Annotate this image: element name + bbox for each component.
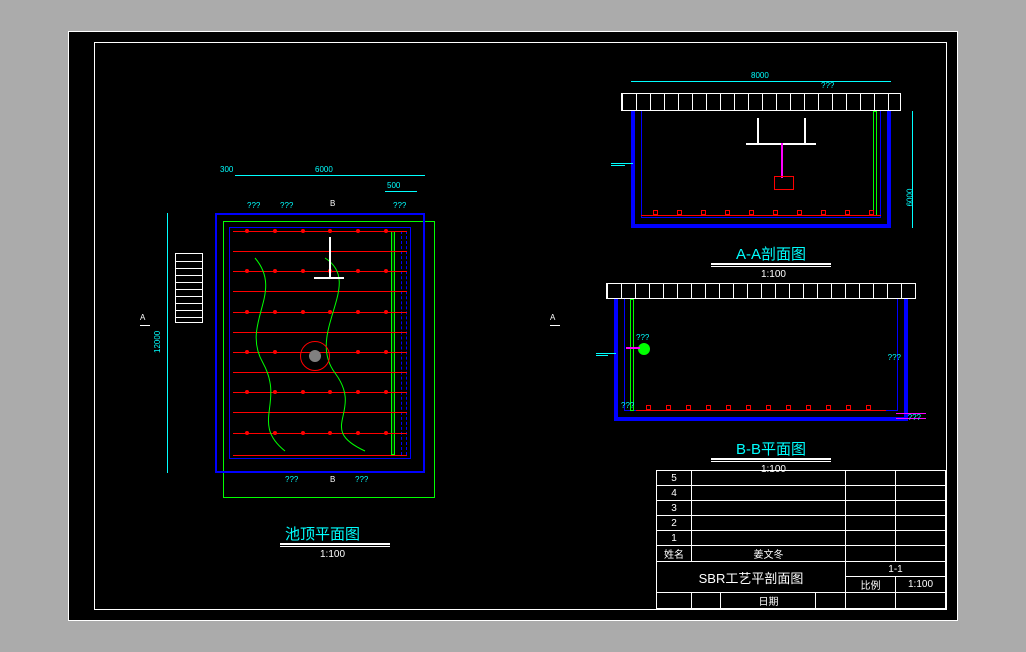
- tank-wall-inner-bb: [624, 299, 898, 411]
- plan-view: 6000 300 500 12000 A A B B ??? ??? ??? ?…: [205, 213, 425, 473]
- cover-hatch: [621, 93, 901, 111]
- plan-underline: [280, 543, 390, 545]
- diffusers-aa: [641, 208, 881, 216]
- drawing-canvas: 6000 300 500 12000 A A B B ??? ??? ??? ?…: [68, 31, 958, 621]
- section-mark-B-top: B: [330, 199, 335, 208]
- decanter: [746, 118, 816, 178]
- pump-pipe: [626, 347, 640, 349]
- section-mark-A-right: A: [550, 313, 555, 322]
- secA-scale: 1:100: [761, 269, 786, 280]
- pump: [638, 343, 650, 355]
- riser-pipe-bb: [630, 299, 634, 411]
- bb-callout-2: ???: [621, 401, 634, 410]
- decanter-plan: [304, 237, 354, 282]
- callout-1: ???: [247, 201, 260, 210]
- section-bb: ??? ??? ??? ???: [596, 283, 926, 433]
- tb-row-3: 3: [657, 501, 692, 516]
- secA-title: A-A剖面图: [736, 243, 806, 264]
- drawing-frame: 6000 300 500 12000 A A B B ??? ??? ??? ?…: [94, 42, 947, 610]
- tb-sheet-no: 1-1: [846, 562, 946, 577]
- secB-title: B-B平面图: [736, 438, 806, 459]
- dim-plan-height: 12000: [153, 331, 162, 353]
- dim-line-left: [167, 213, 168, 473]
- tb-row-4: 4: [657, 486, 692, 501]
- tb-scale-value: 1:100: [896, 577, 946, 593]
- dim-plan-width: 6000: [315, 165, 333, 174]
- tb-row-1: 1: [657, 531, 692, 546]
- dim-secA-small: ???: [821, 81, 834, 90]
- bb-callout-4: ???: [908, 413, 921, 422]
- bb-callout-1: ???: [636, 333, 649, 342]
- riser-pipe: [873, 111, 877, 216]
- tb-date-label: 日期: [721, 593, 816, 609]
- tb-name-value: 姜文冬: [692, 546, 846, 562]
- callout-2: ???: [280, 201, 293, 210]
- dim-secA-width: 8000: [751, 71, 769, 80]
- section-mark-A-left: A: [140, 313, 145, 322]
- dim-secA-w: [631, 81, 891, 82]
- tb-row-5: 5: [657, 471, 692, 486]
- manhole: [300, 341, 330, 371]
- diffusers-bb: [636, 403, 886, 411]
- dim-line-top2: [385, 191, 417, 192]
- tb-sheet-name: SBR工艺平剖面图: [657, 562, 846, 593]
- dim-secA-hline: [912, 111, 913, 228]
- plan-scale: 1:100: [320, 549, 345, 560]
- stairs: [175, 253, 203, 323]
- dim-secA-height: 6000: [906, 189, 915, 207]
- title-block: 5 4 3 2 1 姓名 姜文冬 SBR工艺平剖面图 1-1 比例 1:100: [656, 470, 946, 609]
- tb-scale-label: 比例: [846, 577, 896, 593]
- dim-plan-off: 300: [220, 165, 233, 174]
- cover-hatch-bb: [606, 283, 916, 299]
- callout-3: ???: [393, 201, 406, 210]
- tb-row-2: 2: [657, 516, 692, 531]
- tb-name-label: 姓名: [657, 546, 692, 562]
- dim-plan-gap: 500: [387, 181, 400, 190]
- water-level-bb: [596, 353, 616, 354]
- water-level-mark: [611, 163, 633, 164]
- section-aa: 8000 ??? 6000: [611, 83, 911, 238]
- dim-line-top: [235, 175, 425, 176]
- bb-callout-3: ???: [888, 353, 901, 362]
- plan-title: 池顶平面图: [285, 523, 360, 544]
